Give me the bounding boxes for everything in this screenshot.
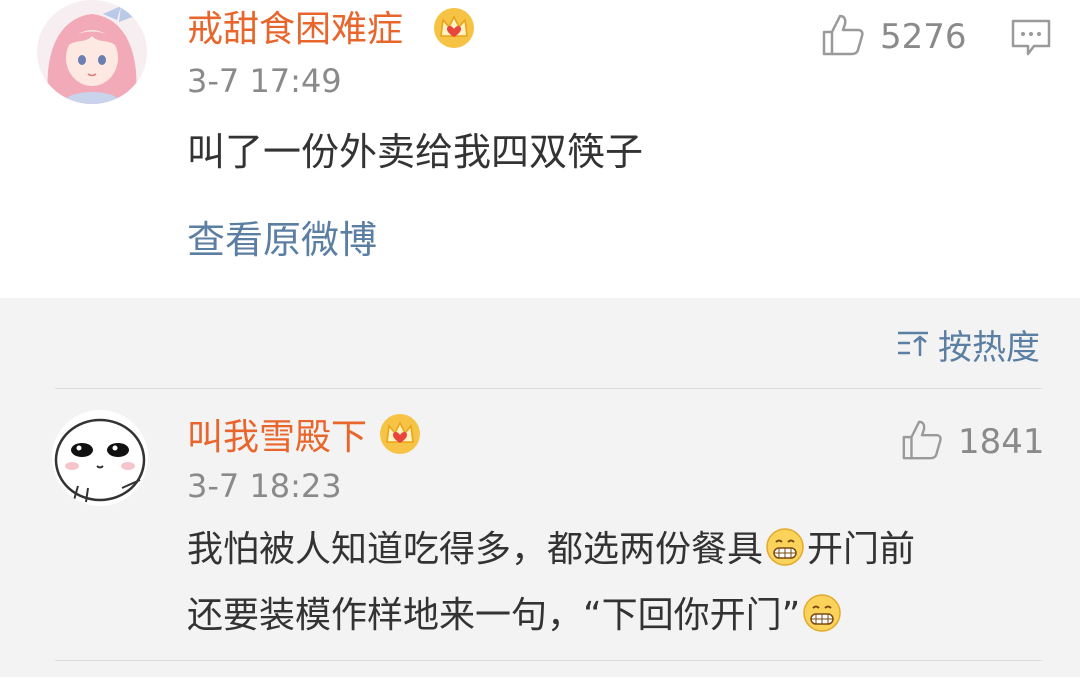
- comment-like-button[interactable]: 1841: [900, 418, 1045, 466]
- post-username[interactable]: 戒甜食困难症: [187, 6, 403, 54]
- grinning-face-icon: [765, 526, 805, 586]
- thumbs-up-icon: [820, 12, 866, 62]
- commenter-avatar[interactable]: [52, 410, 148, 506]
- post-like-count: 5276: [880, 17, 967, 57]
- post-time: 3-7 17:49: [187, 62, 342, 100]
- comment-like-count: 1841: [958, 422, 1045, 462]
- crown-icon: [432, 6, 476, 54]
- divider: [55, 388, 1042, 389]
- thumbs-up-icon: [900, 418, 944, 466]
- sort-icon: [896, 328, 930, 362]
- divider: [55, 660, 1042, 661]
- post-like-button[interactable]: 5276: [820, 12, 967, 62]
- comment-username[interactable]: 叫我雪殿下: [187, 414, 367, 462]
- original-post: 戒甜食困难症 3-7 17:49 叫了一份外卖给我四双筷子 查看原微博 5276: [0, 0, 1080, 298]
- comment-line: 我怕被人知道吃得多，都选两份餐具 开门前: [187, 520, 1037, 586]
- comment-text-segment: 开门前: [807, 529, 916, 570]
- post-text: 叫了一份外卖给我四双筷子: [187, 130, 644, 174]
- sort-label: 按热度: [938, 328, 1040, 368]
- comment-text-segment: 我怕被人知道吃得多，都选两份餐具: [187, 529, 764, 570]
- comment-line: 还要装模作样地来一句，“下回你开门”: [187, 586, 1037, 652]
- comment-button[interactable]: [1010, 18, 1052, 62]
- user-avatar[interactable]: [37, 0, 147, 104]
- comment-text-segment: 还要装模作样地来一句，“下回你开门”: [187, 595, 801, 636]
- sort-by-heat-button[interactable]: 按热度: [896, 320, 1040, 369]
- comment-text: 我怕被人知道吃得多，都选两份餐具 开门前 还要装模作样地来一句，“下回你开门”: [187, 520, 1037, 652]
- view-original-link[interactable]: 查看原微博: [187, 212, 377, 268]
- crown-icon: [378, 412, 422, 460]
- comment-icon: [1010, 19, 1052, 62]
- comment-time: 3-7 18:23: [187, 467, 342, 505]
- grinning-face-icon: [802, 592, 842, 652]
